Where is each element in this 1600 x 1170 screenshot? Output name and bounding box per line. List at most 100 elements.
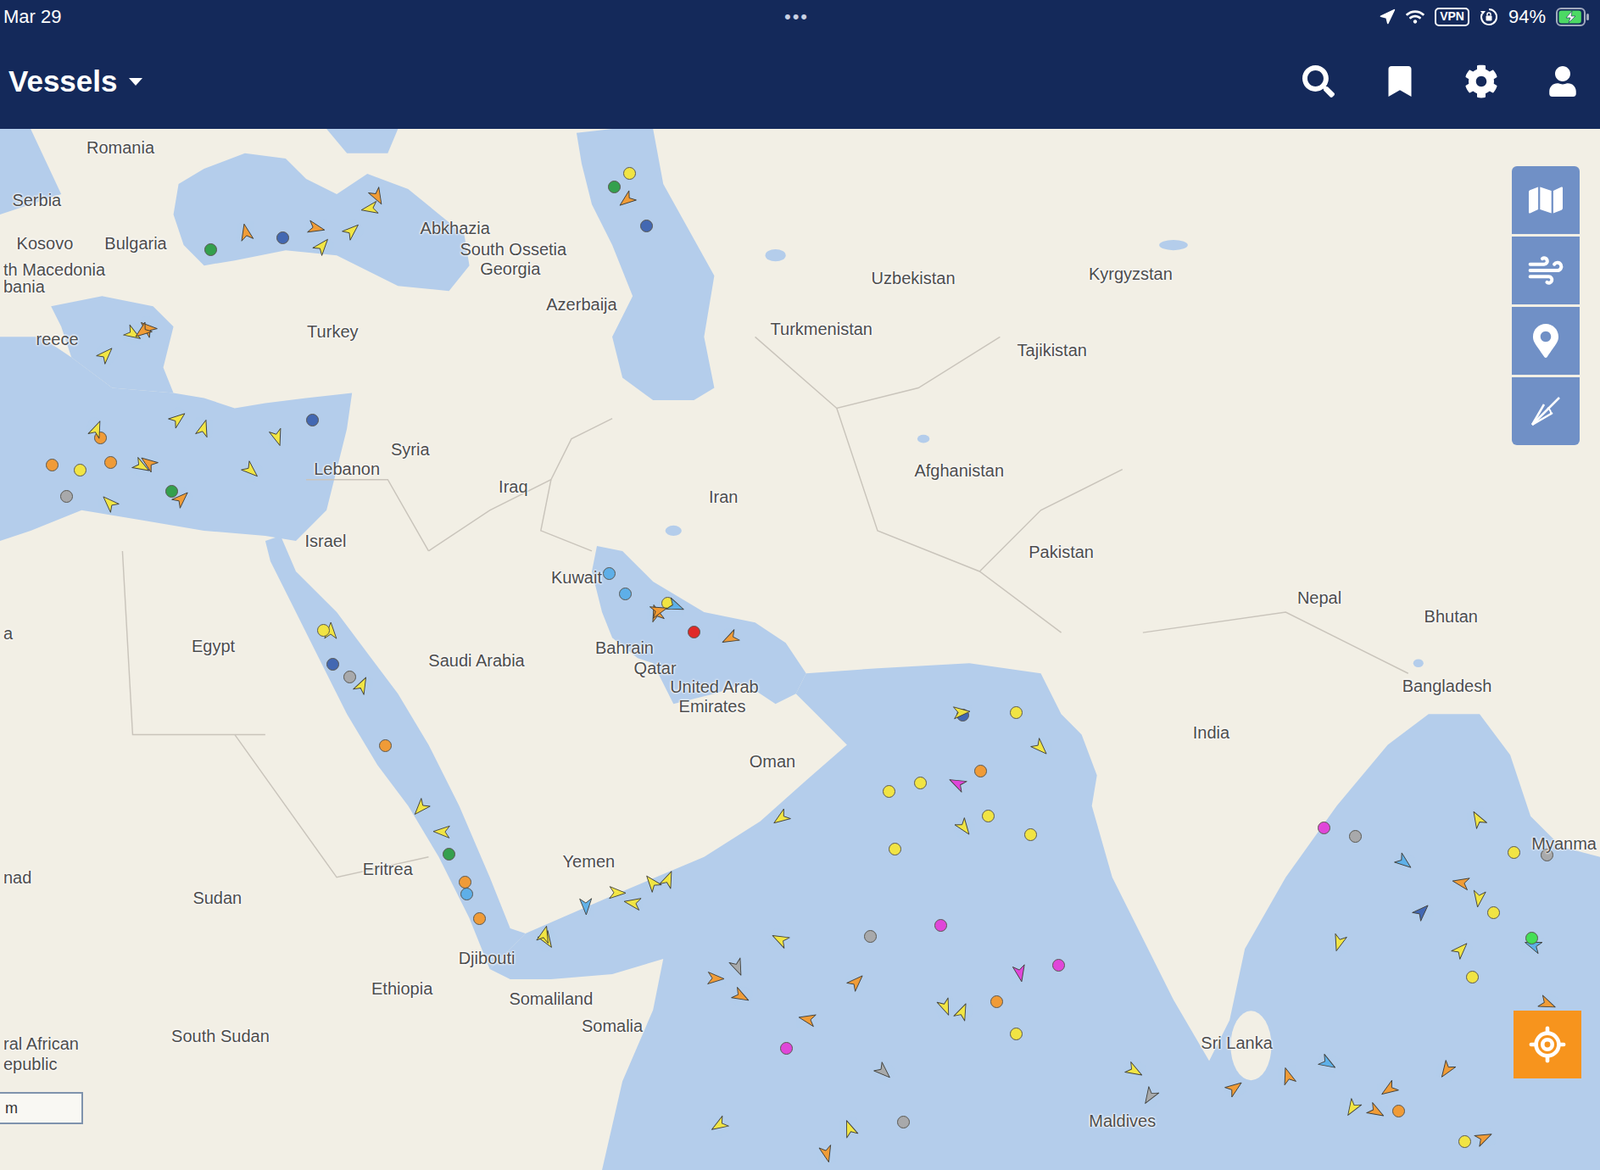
locate-button[interactable] xyxy=(1513,1010,1582,1079)
vessel-marker[interactable] xyxy=(460,887,474,901)
vessel-marker[interactable] xyxy=(873,1061,894,1082)
vessel-marker[interactable] xyxy=(306,217,327,239)
vessel-marker[interactable] xyxy=(367,186,388,207)
vessel-marker[interactable] xyxy=(623,167,636,180)
vessel-marker[interactable] xyxy=(846,971,867,993)
vessel-marker[interactable] xyxy=(167,408,189,430)
vessel-marker[interactable] xyxy=(276,231,290,245)
vessel-marker[interactable] xyxy=(1378,1079,1400,1100)
vessel-marker[interactable] xyxy=(951,702,972,723)
vessel-marker[interactable] xyxy=(888,842,902,856)
vessel-marker[interactable] xyxy=(616,189,637,211)
vessel-marker[interactable] xyxy=(947,773,968,794)
vessel-marker[interactable] xyxy=(1540,848,1554,862)
vessel-marker[interactable] xyxy=(1024,828,1037,842)
vessel-marker[interactable] xyxy=(317,624,330,637)
vessel-marker[interactable] xyxy=(1393,852,1415,873)
vessel-marker[interactable] xyxy=(816,1143,837,1165)
vessel-marker[interactable] xyxy=(687,625,701,639)
layer-dropdown[interactable]: Vessels xyxy=(8,64,145,99)
vessel-marker[interactable] xyxy=(1328,932,1350,954)
vessel-marker[interactable] xyxy=(934,919,948,932)
account-button[interactable] xyxy=(1544,62,1582,101)
vessel-marker[interactable] xyxy=(442,847,456,861)
vessel-marker[interactable] xyxy=(981,809,995,823)
vessel-marker[interactable] xyxy=(952,1001,973,1022)
vessel-marker[interactable] xyxy=(312,235,333,257)
vessel-marker[interactable] xyxy=(618,587,632,601)
vessel-marker[interactable] xyxy=(719,628,741,649)
vessel-marker[interactable] xyxy=(341,220,363,241)
vessel-marker[interactable] xyxy=(1487,906,1500,920)
vessel-marker[interactable] xyxy=(1349,830,1362,843)
vessel-marker[interactable] xyxy=(193,418,214,439)
weather-button[interactable] xyxy=(1511,236,1580,305)
vessel-marker[interactable] xyxy=(1525,931,1539,945)
vessel-marker[interactable] xyxy=(974,764,987,778)
vessel-marker[interactable] xyxy=(1507,846,1521,859)
vessel-map[interactable]: RomaniaSerbiaKosovoBulgariath Macedoniab… xyxy=(0,128,1600,1170)
vessel-marker[interactable] xyxy=(1468,888,1489,909)
vessel-marker[interactable] xyxy=(73,463,87,477)
places-button[interactable] xyxy=(1511,306,1580,375)
vessel-marker[interactable] xyxy=(990,995,1004,1009)
vessel-marker[interactable] xyxy=(240,460,262,481)
vessel-marker[interactable] xyxy=(1317,1053,1338,1074)
vessel-marker[interactable] xyxy=(131,456,152,477)
vessel-marker[interactable] xyxy=(306,413,319,427)
vessel-marker[interactable] xyxy=(1467,808,1489,830)
multitask-handle[interactable]: ••• xyxy=(784,5,809,28)
vessel-marker[interactable] xyxy=(99,492,120,513)
vessel-marker[interactable] xyxy=(410,797,431,819)
vessel-marker[interactable] xyxy=(1317,821,1331,835)
vessel-marker[interactable] xyxy=(235,222,257,243)
vessel-marker[interactable] xyxy=(1030,737,1051,759)
vessel-marker[interactable] xyxy=(1342,1098,1363,1119)
measure-button[interactable] xyxy=(1511,377,1580,446)
map-type-button[interactable] xyxy=(1511,166,1580,235)
vessel-marker[interactable] xyxy=(343,670,357,684)
vessel-marker[interactable] xyxy=(780,1042,793,1055)
vessel-marker[interactable] xyxy=(769,929,791,950)
vessel-marker[interactable] xyxy=(95,344,117,365)
vessel-marker[interactable] xyxy=(45,458,59,472)
vessel-marker[interactable] xyxy=(1139,1086,1160,1107)
vessel-marker[interactable] xyxy=(648,600,669,621)
vessel-marker[interactable] xyxy=(1436,1059,1457,1081)
vessel-marker[interactable] xyxy=(204,243,218,257)
vessel-marker[interactable] xyxy=(602,567,616,580)
vessel-marker[interactable] xyxy=(607,882,628,904)
vessel-marker[interactable] xyxy=(1392,1104,1405,1118)
vessel-marker[interactable] xyxy=(657,869,679,890)
vessel-marker[interactable] xyxy=(1009,963,1031,984)
vessel-marker[interactable] xyxy=(1124,1060,1145,1082)
vessel-marker[interactable] xyxy=(622,892,643,914)
vessel-marker[interactable] xyxy=(882,785,896,798)
vessel-marker[interactable] xyxy=(1466,970,1479,984)
vessel-marker[interactable] xyxy=(1009,1027,1023,1041)
vessel-marker[interactable] xyxy=(1450,939,1472,960)
settings-button[interactable] xyxy=(1462,62,1500,101)
vessel-marker[interactable] xyxy=(708,1114,730,1136)
vessel-marker[interactable] xyxy=(60,490,73,503)
vessel-marker[interactable] xyxy=(1450,872,1472,893)
vessel-marker[interactable] xyxy=(607,180,621,194)
vessel-marker[interactable] xyxy=(1009,706,1023,720)
vessel-marker[interactable] xyxy=(914,776,927,790)
bookmark-button[interactable] xyxy=(1381,62,1419,101)
vessel-marker[interactable] xyxy=(727,957,748,978)
vessel-marker[interactable] xyxy=(171,488,192,509)
vessel-marker[interactable] xyxy=(641,872,663,893)
vessel-marker[interactable] xyxy=(640,219,653,233)
vessel-marker[interactable] xyxy=(86,418,107,440)
vessel-marker[interactable] xyxy=(864,930,877,943)
vessel-marker[interactable] xyxy=(473,912,486,926)
vessel-marker[interactable] xyxy=(897,1115,910,1129)
vessel-marker[interactable] xyxy=(953,817,975,838)
vessel-marker[interactable] xyxy=(431,821,452,842)
vessel-marker[interactable] xyxy=(575,896,597,917)
vessel-marker[interactable] xyxy=(458,875,472,889)
vessel-marker[interactable] xyxy=(935,997,956,1018)
vessel-marker[interactable] xyxy=(1411,901,1433,922)
vessel-marker[interactable] xyxy=(132,321,153,342)
